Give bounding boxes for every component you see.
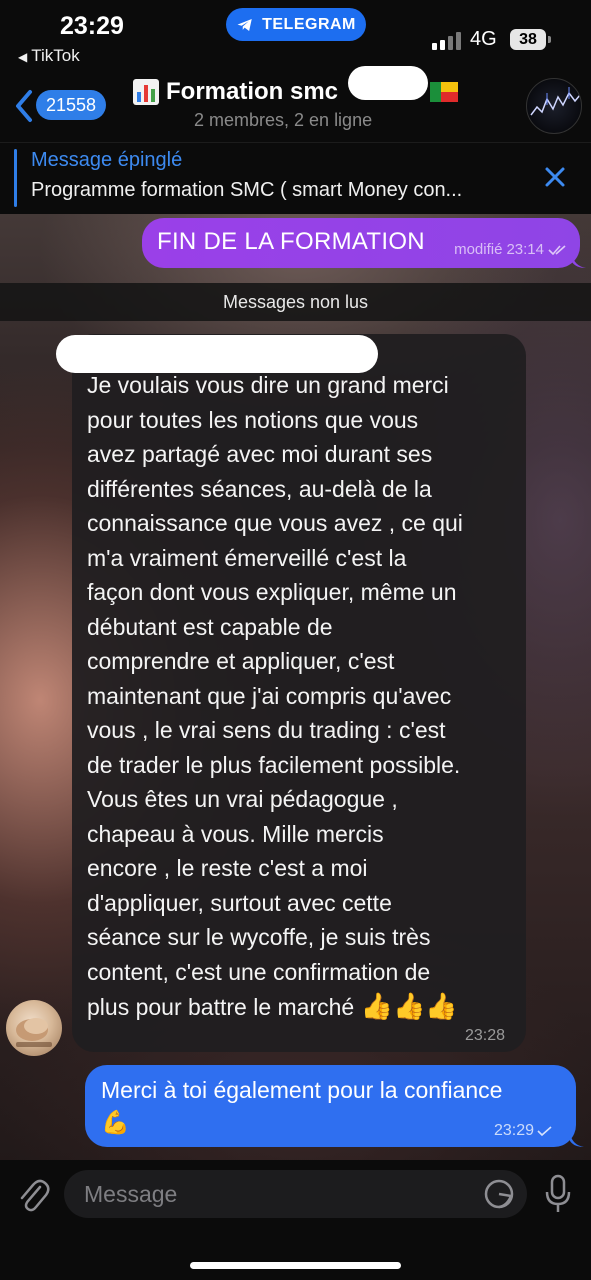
hands-avatar-icon: [16, 1018, 52, 1047]
message-meta: 23:29: [494, 1122, 553, 1140]
incoming-message-text: Je voulais vous dire un grand merci pour…: [87, 368, 515, 1025]
clock: 23:29: [60, 12, 124, 40]
benin-flag-icon: [430, 82, 458, 102]
flexed-biceps-icon: 💪: [101, 1109, 130, 1135]
sticker-icon[interactable]: [483, 1178, 515, 1210]
telegram-plane-icon: [237, 18, 252, 31]
message-meta: modifié 23:14: [454, 241, 568, 258]
message-text-content: Merci à toi également pour la confiance: [101, 1077, 503, 1103]
text-line: Je voulais vous dire un grand merci: [87, 372, 449, 398]
text-line: façon dont vous expliquer, même un: [87, 579, 457, 605]
paperclip-icon[interactable]: [16, 1175, 50, 1213]
text-line-content: plus pour battre le marché: [87, 994, 355, 1020]
text-line: différentes séances, au-delà de la: [87, 475, 432, 502]
telegram-label: TELEGRAM: [262, 15, 356, 33]
message-input[interactable]: [64, 1170, 527, 1218]
message-text: FIN DE LA FORMATION: [157, 228, 425, 255]
text-line: maintenant que j'ai compris qu'avec: [87, 682, 452, 709]
back-app-label: TikTok: [31, 46, 80, 65]
pinned-message-bar[interactable]: Message épinglé Programme formation SMC …: [0, 142, 591, 214]
chat-header: 21558 Formation smc 2 membres, 2 en lign…: [0, 72, 591, 142]
pinned-text: Programme formation SMC ( smart Money co…: [31, 179, 463, 201]
text-line: débutant est capable de: [87, 613, 333, 640]
message-input-bar: [0, 1160, 591, 1280]
text-line: avez partagé avec moi durant ses: [87, 441, 433, 467]
text-line: pour toutes les notions que vous: [87, 406, 419, 433]
bubble-tail: [572, 254, 586, 268]
text-line: chapeau à vous. Mille mercis: [87, 820, 384, 847]
pinned-indicator: [14, 149, 17, 207]
message-text: Merci à toi également pour la confiance …: [101, 1074, 502, 1138]
close-icon[interactable]: [541, 163, 569, 191]
text-line: d'appliquer, surtout avec cette: [87, 889, 392, 916]
message-time: 23:29: [494, 1122, 535, 1139]
pinned-title: Message épinglé: [31, 149, 183, 171]
unread-count-badge[interactable]: 21558: [36, 90, 107, 120]
bar-chart-icon: [133, 79, 159, 105]
chat-subtitle: 2 membres, 2 en ligne: [194, 110, 373, 130]
back-to-app-link[interactable]: ◀ TikTok: [18, 46, 80, 66]
telegram-pill[interactable]: TELEGRAM: [226, 8, 366, 41]
message-time: 23:28: [465, 1027, 506, 1044]
text-line: encore , le reste c'est a moi: [87, 855, 368, 881]
text-line: vous , le vrai sens du trading : c'est: [87, 717, 446, 743]
text-line: Vous êtes un vrai pédagogue ,: [87, 786, 398, 812]
redaction-blob: [348, 66, 428, 100]
edited-label: modifié: [454, 241, 503, 258]
group-avatar[interactable]: [526, 78, 582, 134]
single-check-icon: [537, 1126, 552, 1137]
battery-tip: [548, 36, 551, 43]
home-indicator[interactable]: [190, 1262, 401, 1269]
text-line: de trader le plus facilement possible.: [87, 751, 461, 778]
network-type: 4G: [470, 28, 497, 50]
text-line: connaissance que vous avez , ce qui: [87, 510, 463, 536]
candlestick-chart-icon: [530, 87, 581, 116]
double-check-icon: [548, 244, 566, 255]
text-line: séance sur le wycoffe, je suis très: [87, 924, 431, 950]
text-line: plus pour battre le marché 👍👍👍: [87, 989, 515, 1025]
outgoing-message[interactable]: FIN DE LA FORMATION modifié 23:14: [142, 218, 580, 268]
unread-separator: Messages non lus: [0, 283, 591, 321]
chat-name: Formation smc: [166, 78, 339, 105]
chat-title[interactable]: Formation smc: [132, 78, 338, 106]
status-bar: 23:29 ◀ TikTok TELEGRAM 4G 38: [0, 0, 591, 72]
text-line: m'a vraiment émerveillé c'est la: [87, 544, 407, 571]
battery-icon: 38: [510, 29, 546, 50]
bubble-tail: [570, 1133, 584, 1147]
back-triangle-icon: ◀: [18, 50, 28, 64]
cellular-signal-icon: [432, 32, 462, 50]
microphone-icon[interactable]: [545, 1174, 571, 1214]
outgoing-message[interactable]: Merci à toi également pour la confiance …: [85, 1065, 576, 1147]
message-time: 23:14: [506, 241, 544, 258]
sender-avatar[interactable]: [6, 1000, 62, 1056]
text-line: content, c'est une confirmation de: [87, 958, 431, 985]
text-line: comprendre et appliquer, c'est: [87, 648, 395, 674]
thumbs-up-icon: 👍👍👍: [360, 991, 458, 1021]
